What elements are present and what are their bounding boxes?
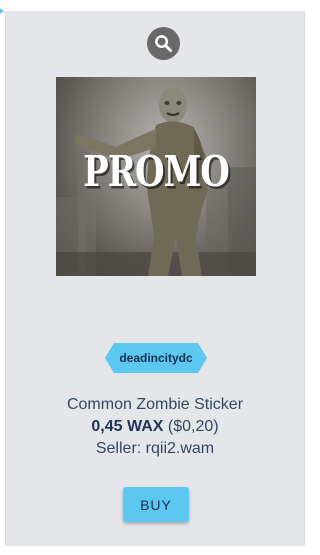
- asset-image[interactable]: PROMO: [56, 77, 256, 276]
- asset-name: Common Zombie Sticker: [66, 396, 244, 413]
- asset-info: Common Zombie Sticker 0,45 WAX ($0,20) S…: [6, 394, 304, 460]
- collection-badge[interactable]: deadincitydc: [105, 343, 207, 373]
- asset-price: 0,45 WAX ($0,20): [6, 416, 304, 438]
- zoom-button[interactable]: [147, 27, 180, 60]
- price-wax: 0,45 WAX: [91, 418, 164, 435]
- price-usd: ($0,20): [167, 418, 219, 435]
- seller-label: Seller: rqii2.wam: [95, 440, 215, 457]
- buy-button[interactable]: BUY: [123, 487, 189, 522]
- magnifier-icon: [155, 35, 173, 53]
- promo-overlay-text: PROMO: [83, 147, 230, 197]
- asset-card: PROMO deadincitydc Common Zombie Sticker…: [5, 11, 305, 546]
